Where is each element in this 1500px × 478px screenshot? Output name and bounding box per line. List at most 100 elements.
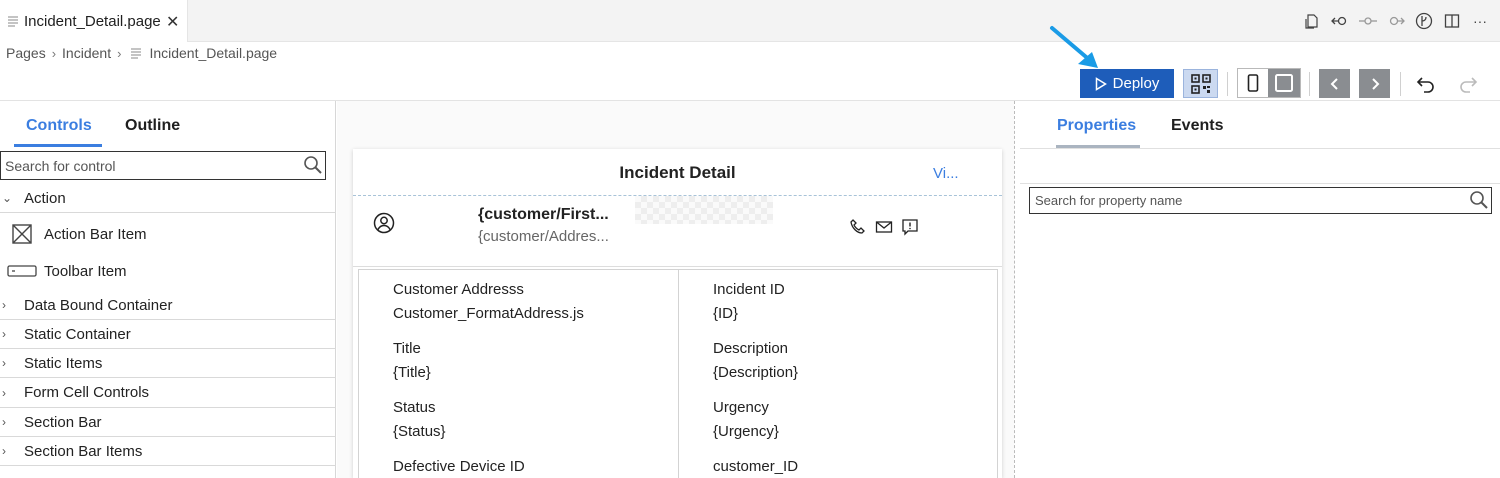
control-label: Action Bar Item [44, 225, 147, 243]
chevron-right-icon: › [2, 444, 6, 458]
kv-key: customer_ID [713, 458, 799, 475]
tab-controls[interactable]: Controls [26, 117, 92, 135]
kv-item: Title {Title} [393, 340, 431, 381]
qr-code-icon [1190, 73, 1211, 94]
tab-outline[interactable]: Outline [125, 117, 180, 135]
search-icon[interactable] [1469, 190, 1489, 210]
tab-events[interactable]: Events [1171, 117, 1223, 135]
property-search-input[interactable] [1030, 193, 1450, 208]
kv-item: Status {Status} [393, 399, 446, 440]
toolbar-separator [1309, 72, 1310, 96]
chevron-right-icon [1371, 77, 1379, 90]
breadcrumb: Pages › Incident › Incident_Detail.page [6, 45, 277, 61]
editor-tab-label: Incident_Detail.page [24, 12, 161, 30]
tree-group-data-bound-container[interactable]: › Data Bound Container [0, 291, 336, 320]
phone-view-button[interactable] [1238, 69, 1268, 97]
image-placeholder-icon [12, 224, 32, 244]
deploy-button[interactable]: Deploy [1080, 69, 1174, 98]
compare-previous-icon[interactable] [1330, 10, 1350, 32]
breadcrumb-incident[interactable]: Incident [62, 45, 111, 61]
kv-key: Defective Device ID [393, 458, 525, 475]
redo-icon [1460, 77, 1478, 93]
open-file-icon[interactable] [1302, 10, 1322, 32]
tab-properties[interactable]: Properties [1057, 117, 1136, 135]
next-button[interactable] [1359, 69, 1390, 98]
tree-group-static-items[interactable]: › Static Items [0, 349, 336, 378]
kv-value: {Urgency} [713, 423, 779, 440]
chevron-left-icon [1330, 77, 1338, 90]
annotation-arrow-icon [1050, 26, 1098, 68]
tablet-icon [1275, 74, 1293, 92]
breadcrumb-file[interactable]: Incident_Detail.page [149, 45, 277, 61]
close-icon[interactable]: ✕ [166, 12, 179, 32]
object-header-subtitle: {customer/Addres... [478, 228, 609, 245]
qr-code-button[interactable] [1183, 69, 1218, 98]
mail-icon[interactable] [875, 218, 893, 236]
kv-item: Incident ID {ID} [713, 281, 785, 322]
control-action-bar-item[interactable]: Action Bar Item [0, 219, 336, 249]
tree-group-label: Static Items [24, 354, 103, 372]
editor-tab-bar: Incident_Detail.page ✕ ··· [0, 0, 1500, 42]
commit-icon[interactable] [1358, 10, 1378, 32]
page-title: Incident Detail [619, 163, 736, 182]
tree-group-label: Form Cell Controls [24, 384, 150, 401]
control-search-box [0, 151, 326, 180]
kv-item: Urgency {Urgency} [713, 399, 779, 440]
phone-call-icon[interactable] [849, 218, 867, 236]
kv-item: Description {Description} [713, 340, 798, 381]
divider [1020, 183, 1500, 184]
kv-key: Customer Addresss [393, 281, 524, 298]
properties-panel: Properties Events [1020, 101, 1500, 478]
kv-item: Customer Addresss Customer_FormatAddress… [393, 281, 584, 322]
page-preview: Incident Detail Vi... {customer/First...… [353, 149, 1002, 478]
tree-group-label: Static Container [24, 325, 131, 343]
toolbar-separator [1227, 72, 1228, 96]
deploy-label: Deploy [1112, 75, 1160, 92]
editor-tab-incident-detail[interactable]: Incident_Detail.page ✕ [0, 0, 188, 42]
control-search-input[interactable] [1, 157, 291, 174]
tree-group-action[interactable]: ⌄ Action [0, 184, 336, 213]
previous-button[interactable] [1319, 69, 1350, 98]
image-placeholder [635, 196, 773, 224]
key-value-section[interactable]: Customer Addresss Customer_FormatAddress… [358, 269, 998, 478]
object-header-title: {customer/First... [478, 206, 609, 223]
control-label: Toolbar Item [44, 262, 127, 280]
divider [1020, 148, 1500, 149]
search-icon[interactable] [303, 155, 323, 175]
tree-group-section-bar-items[interactable]: › Section Bar Items [0, 437, 336, 466]
kv-item: customer_ID [713, 458, 798, 475]
kv-value: Customer_FormatAddress.js [393, 305, 584, 322]
active-tab-indicator [14, 144, 102, 147]
chevron-right-icon: › [51, 45, 57, 61]
redo-button[interactable] [1456, 72, 1480, 96]
header-action-link[interactable]: Vi... [933, 165, 959, 182]
kv-value: {Description} [713, 364, 799, 381]
tree-group-label: Section Bar [24, 413, 102, 431]
more-actions-icon[interactable]: ··· [1470, 10, 1490, 32]
chevron-right-icon: › [2, 385, 6, 400]
tree-group-section-bar[interactable]: › Section Bar [0, 408, 336, 437]
git-graph-icon[interactable] [1414, 10, 1434, 32]
chevron-right-icon: › [2, 327, 6, 341]
control-toolbar-item[interactable]: Toolbar Item [0, 256, 336, 286]
chevron-right-icon: › [2, 356, 6, 370]
split-editor-icon[interactable] [1442, 10, 1462, 32]
tree-group-label: Section Bar Items [24, 442, 143, 460]
kv-value: {Title} [393, 364, 431, 381]
tree-group-form-cell-controls[interactable]: › Form Cell Controls [0, 378, 336, 408]
compare-next-icon[interactable] [1386, 10, 1406, 32]
device-toggle [1237, 68, 1301, 98]
object-header-actions [849, 218, 919, 236]
kv-item: Defective Device ID [393, 458, 525, 475]
tree-group-static-container[interactable]: › Static Container [0, 320, 336, 349]
chevron-right-icon: › [117, 45, 122, 61]
tablet-view-button[interactable] [1268, 69, 1300, 97]
tree-group-label: Action [24, 189, 66, 207]
undo-button[interactable] [1414, 72, 1438, 96]
avatar-icon [373, 212, 395, 234]
object-header[interactable]: {customer/First... {customer/Addres... [353, 195, 1002, 267]
feedback-icon[interactable] [901, 218, 919, 236]
breadcrumb-pages[interactable]: Pages [6, 45, 46, 61]
phone-icon [1247, 74, 1259, 92]
kv-key: Title [393, 340, 421, 357]
